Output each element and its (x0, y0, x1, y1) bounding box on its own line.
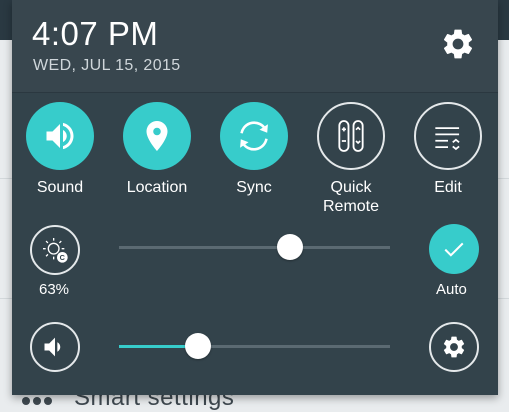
sound-label: Sound (36, 179, 84, 196)
sound-toggle-circle[interactable] (26, 102, 94, 170)
brightness-slider-thumb[interactable] (276, 234, 303, 260)
quick-remote-toggle-circle[interactable] (317, 102, 385, 170)
auto-brightness-label: Auto (436, 281, 467, 298)
toggle-sync[interactable]: Sync (211, 102, 297, 197)
volume-slider[interactable] (119, 333, 390, 359)
volume-slider-thumb[interactable] (184, 333, 211, 359)
auto-brightness-toggle[interactable] (429, 224, 479, 274)
settings-gear-button[interactable] (440, 26, 476, 62)
brightness-slider[interactable] (119, 234, 390, 260)
sync-icon (240, 121, 268, 151)
sync-label: Sync (236, 179, 272, 196)
brightness-slider-fill (119, 246, 290, 249)
speaker-icon (44, 337, 61, 357)
toggle-quick-remote[interactable]: Quick Remote (308, 102, 394, 216)
clock-date: WED, JUL 15, 2015 (33, 57, 181, 74)
location-pin-icon (146, 121, 168, 151)
svg-text:C: C (60, 253, 66, 262)
toggle-edit[interactable]: Edit (405, 102, 491, 197)
brightness-sun-icon: C (43, 238, 68, 263)
status-header: 4:07 PM WED, JUL 15, 2015 (12, 0, 498, 93)
toggle-sound[interactable]: Sound (17, 102, 103, 197)
quick-remote-label: Quick Remote (322, 179, 380, 215)
remote-icon (338, 120, 364, 152)
checkmark-icon (444, 242, 464, 257)
sound-settings-button[interactable] (429, 322, 479, 372)
gear-icon (443, 336, 465, 358)
speaker-icon (46, 122, 74, 150)
edit-list-icon (435, 127, 460, 151)
edit-label: Edit (434, 179, 462, 196)
toggle-location[interactable]: Location (114, 102, 200, 197)
brightness-percent: 63% (39, 281, 70, 298)
sync-toggle-circle[interactable] (220, 102, 288, 170)
volume-button[interactable] (30, 322, 80, 372)
edit-toggle-circle[interactable] (414, 102, 482, 170)
location-toggle-circle[interactable] (123, 102, 191, 170)
brightness-button[interactable]: C (30, 225, 80, 275)
location-label: Location (126, 179, 188, 196)
quick-settings-panel: 4:07 PM WED, JUL 15, 2015 Sound Location (12, 0, 498, 395)
clock-time: 4:07 PM (32, 15, 159, 52)
gear-icon (443, 29, 473, 59)
